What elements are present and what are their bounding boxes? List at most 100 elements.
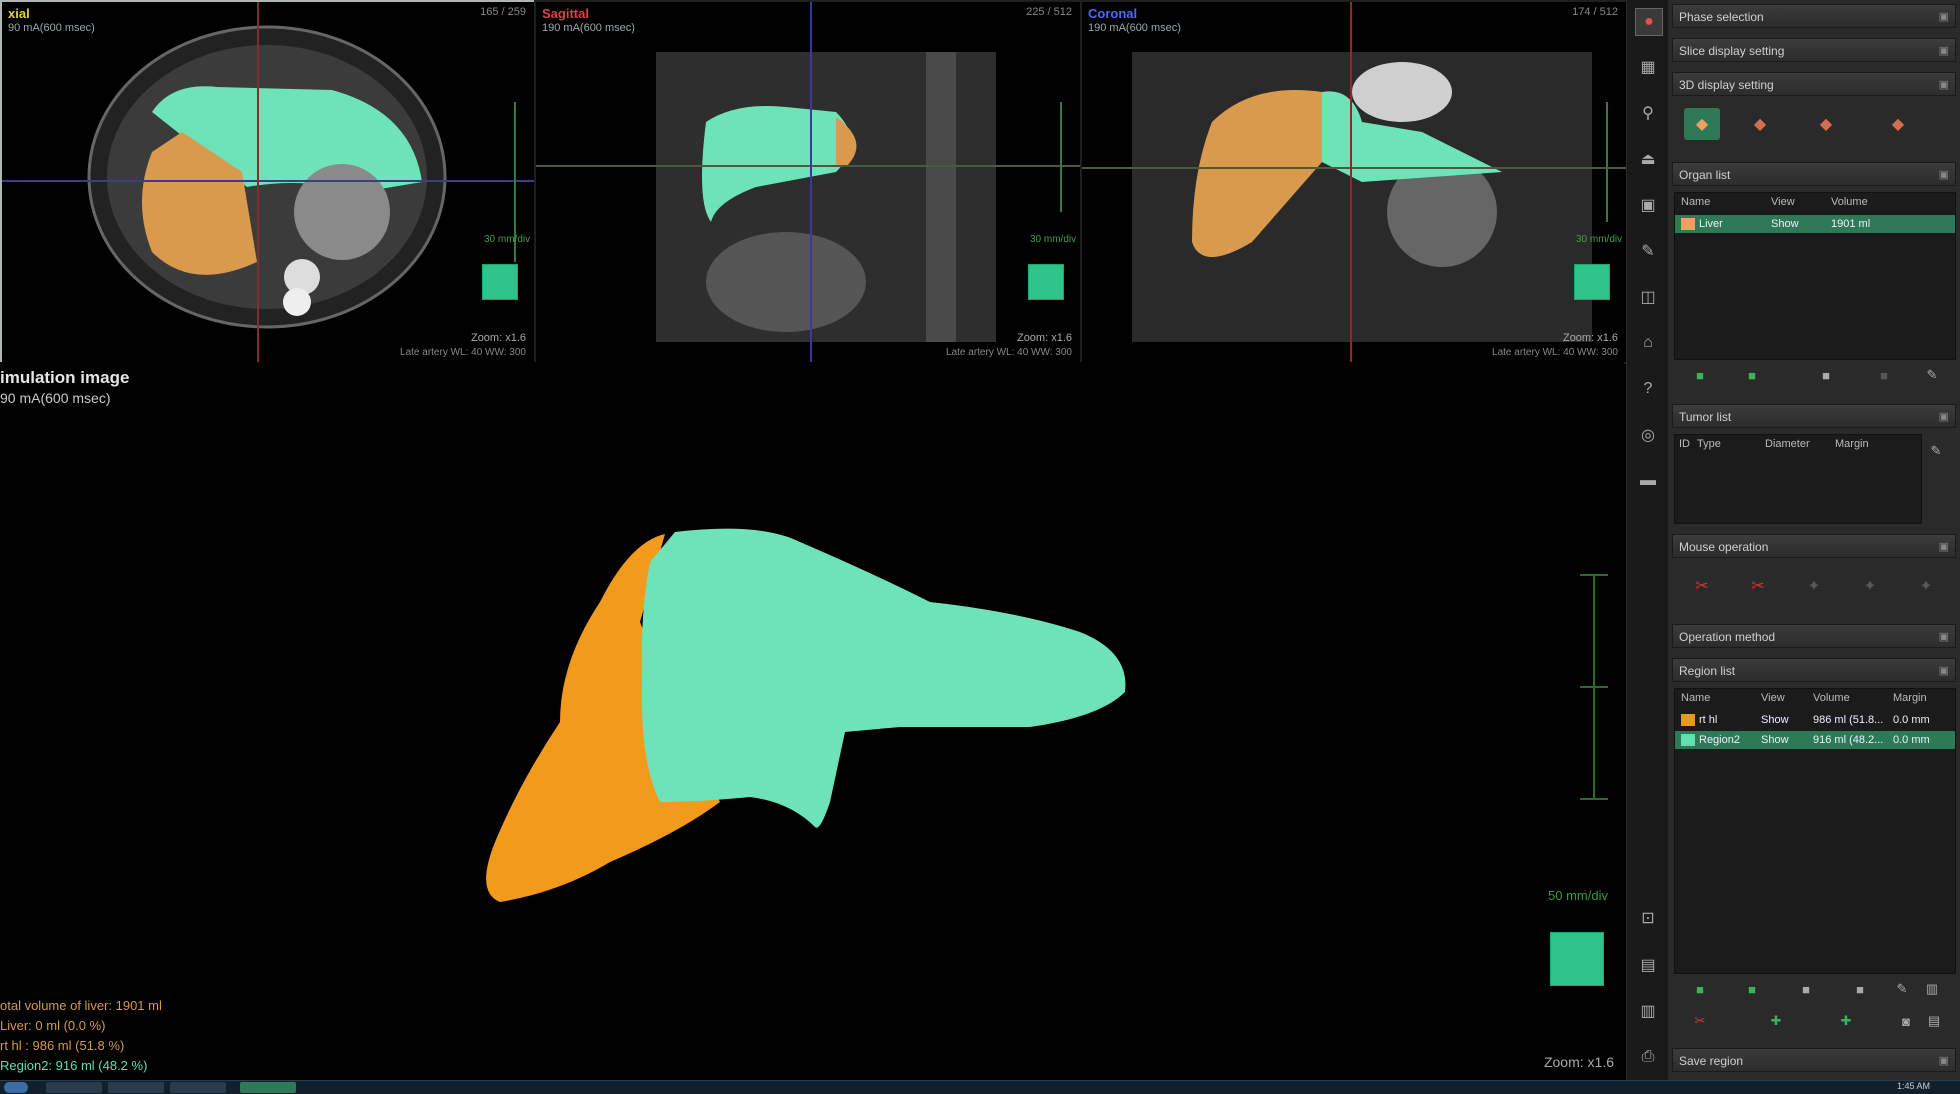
pin-icon[interactable]: ▣ (1939, 163, 1949, 187)
region-trash-icon[interactable]: ▥ (1920, 978, 1944, 1000)
organ-row-liver[interactable]: Liver Show 1901 ml (1675, 215, 1955, 233)
region-row-margin: 0.0 mm (1893, 734, 1930, 746)
liver-bottom-view-button[interactable]: ◆ (1880, 108, 1916, 140)
organ-list-title: Organ list (1679, 168, 1731, 182)
taskbar-app-2[interactable] (108, 1082, 164, 1093)
taskbar-app-1[interactable] (46, 1082, 102, 1093)
organ-delete-icon[interactable]: ■ (1872, 364, 1896, 386)
stat-region2: Region2: 916 ml (48.2 %) (0, 1058, 148, 1073)
region-merge-icon[interactable]: ■ (1848, 978, 1872, 1000)
simulation-3d-view[interactable]: imulation image 90 mA(600 msec) 50 mm/di… (0, 362, 1624, 1080)
region-color-swatch[interactable] (1681, 714, 1695, 726)
region-save-icon[interactable]: ▤ (1922, 1010, 1946, 1032)
axial-viewport[interactable]: xial 90 mA(600 msec) 165 / 259 30 mm/div… (0, 0, 536, 364)
sagittal-title: Sagittal (542, 6, 589, 21)
slice-display-header[interactable]: Slice display setting ▣ (1672, 38, 1956, 62)
cube-tool-icon[interactable]: ◫ (1635, 284, 1661, 310)
print-tool-icon[interactable]: ▤ (1635, 952, 1661, 978)
sagittal-crosshair-h (536, 165, 1080, 167)
operation-method-header[interactable]: Operation method ▣ (1672, 624, 1956, 648)
organ-list-table: Name View Volume Liver Show 1901 ml (1674, 192, 1956, 360)
region-row-region2[interactable]: Region2 Show 916 ml (48.2... 0.0 mm (1675, 731, 1955, 749)
camera-tool-icon[interactable]: ▬ (1635, 468, 1661, 494)
export-tool-icon[interactable]: ⎙ (1635, 1044, 1661, 1070)
organ-tool-icon[interactable]: ● (1635, 8, 1663, 36)
tray-tool-icon[interactable]: ⌂ (1635, 330, 1661, 356)
pin-icon[interactable]: ▣ (1939, 5, 1949, 29)
3d-orientation-cube-icon[interactable] (1550, 932, 1604, 986)
start-button[interactable] (4, 1082, 28, 1093)
coronal-crosshair-h (1082, 167, 1626, 169)
region-split-icon[interactable]: ✚ (1764, 1010, 1788, 1032)
pen-tool-icon[interactable]: ✎ (1635, 238, 1661, 264)
cut-tool-button[interactable]: ✂ (1684, 570, 1720, 602)
pin-icon[interactable]: ▣ (1939, 39, 1949, 63)
region-add-icon[interactable]: ■ (1688, 978, 1712, 1000)
eject-tool-icon[interactable]: ⏏ (1635, 146, 1661, 172)
region-edit-pen-icon[interactable]: ✎ (1890, 978, 1914, 1000)
phase-selection-header[interactable]: Phase selection ▣ (1672, 4, 1956, 28)
coronal-viewport[interactable]: Coronal 190 mA(600 msec) 174 / 512 30 mm… (1080, 0, 1628, 364)
liver-view-button[interactable]: ◆ (1684, 108, 1720, 140)
organ-settings-icon[interactable]: ✎ (1920, 364, 1944, 386)
liver-3d-model[interactable] (0, 362, 1624, 1080)
region-row-rt-hl[interactable]: rt hl Show 986 ml (51.8... 0.0 mm (1675, 711, 1955, 729)
3d-display-header[interactable]: 3D display setting ▣ (1672, 72, 1956, 96)
organ-copy-icon[interactable]: ■ (1814, 364, 1838, 386)
region-color-swatch[interactable] (1681, 734, 1695, 746)
pin-icon[interactable]: ▣ (1939, 1049, 1949, 1073)
organ-row-name: Liver (1699, 218, 1723, 230)
sagittal-orientation-cube-icon[interactable] (1028, 264, 1064, 300)
region-join-icon[interactable]: ✚ (1834, 1010, 1858, 1032)
region-edit-icon[interactable]: ■ (1740, 978, 1764, 1000)
stat-rt-hl: rt hl : 986 ml (51.8 %) (0, 1038, 125, 1053)
region-camera-icon[interactable]: ◙ (1894, 1010, 1918, 1032)
sagittal-subtitle: 190 mA(600 msec) (542, 22, 635, 34)
save-region-header[interactable]: Save region ▣ (1672, 1048, 1956, 1072)
region-row-volume: 916 ml (48.2... (1813, 734, 1884, 746)
organ-add-icon[interactable]: ■ (1688, 364, 1712, 386)
measure-tool-button[interactable]: ✦ (1908, 570, 1944, 602)
marker-tool-button[interactable]: ✦ (1852, 570, 1888, 602)
coronal-orientation-cube-icon[interactable] (1574, 264, 1610, 300)
image-tool-icon[interactable]: ▣ (1635, 192, 1661, 218)
tumor-edit-icon[interactable]: ✎ (1924, 440, 1948, 462)
tag-tool-icon[interactable]: ⊡ (1635, 905, 1661, 931)
region-list-header[interactable]: Region list ▣ (1672, 658, 1956, 682)
sagittal-crosshair-v (810, 2, 812, 362)
search-icon[interactable]: ◎ (1635, 422, 1661, 448)
tumor-col-id: ID (1679, 438, 1690, 450)
taskbar-app-3[interactable] (170, 1082, 226, 1093)
pin-icon[interactable]: ▣ (1939, 625, 1949, 649)
mouse-operation-header[interactable]: Mouse operation ▣ (1672, 534, 1956, 558)
pin-icon[interactable]: ▣ (1939, 535, 1949, 559)
coronal-ct-image (1132, 52, 1592, 342)
liver-side-view-button[interactable]: ◆ (1742, 108, 1778, 140)
probe-tool-button[interactable]: ✦ (1796, 570, 1832, 602)
organ-color-swatch[interactable] (1681, 218, 1695, 230)
region-row-name: Region2 (1699, 734, 1740, 746)
chart-tool-icon[interactable]: ▦ (1635, 54, 1661, 80)
region-row-view: Show (1761, 734, 1789, 746)
pin-icon[interactable]: ▣ (1939, 659, 1949, 683)
region-copy-icon[interactable]: ■ (1794, 978, 1818, 1000)
3d-scale-label: 50 mm/div (1548, 888, 1608, 903)
region-cut-icon[interactable]: ✂ (1688, 1010, 1712, 1032)
stat-liver: Liver: 0 ml (0.0 %) (0, 1018, 106, 1033)
axial-orientation-cube-icon[interactable] (482, 264, 518, 300)
layout-tool-icon[interactable]: ▥ (1635, 998, 1661, 1024)
region-list-title: Region list (1679, 664, 1736, 678)
tumor-list-title: Tumor list (1679, 410, 1732, 424)
pin-icon[interactable]: ▣ (1939, 405, 1949, 429)
cut-tool-alt-button[interactable]: ✂ (1740, 570, 1776, 602)
organ-edit-icon[interactable]: ■ (1740, 364, 1764, 386)
organ-list-header[interactable]: Organ list ▣ (1672, 162, 1956, 186)
phase-selection-label: Phase selection (1679, 10, 1764, 24)
pin-icon[interactable]: ▣ (1939, 73, 1949, 97)
liver-front-view-button[interactable]: ◆ (1808, 108, 1844, 140)
tumor-list-header[interactable]: Tumor list ▣ (1672, 404, 1956, 428)
taskbar-app-4[interactable] (240, 1082, 296, 1093)
magnify-tool-icon[interactable]: ⚲ (1635, 100, 1661, 126)
sagittal-viewport[interactable]: Sagittal 190 mA(600 msec) 225 / 512 30 m… (534, 0, 1082, 364)
help-icon[interactable]: ? (1635, 376, 1661, 402)
